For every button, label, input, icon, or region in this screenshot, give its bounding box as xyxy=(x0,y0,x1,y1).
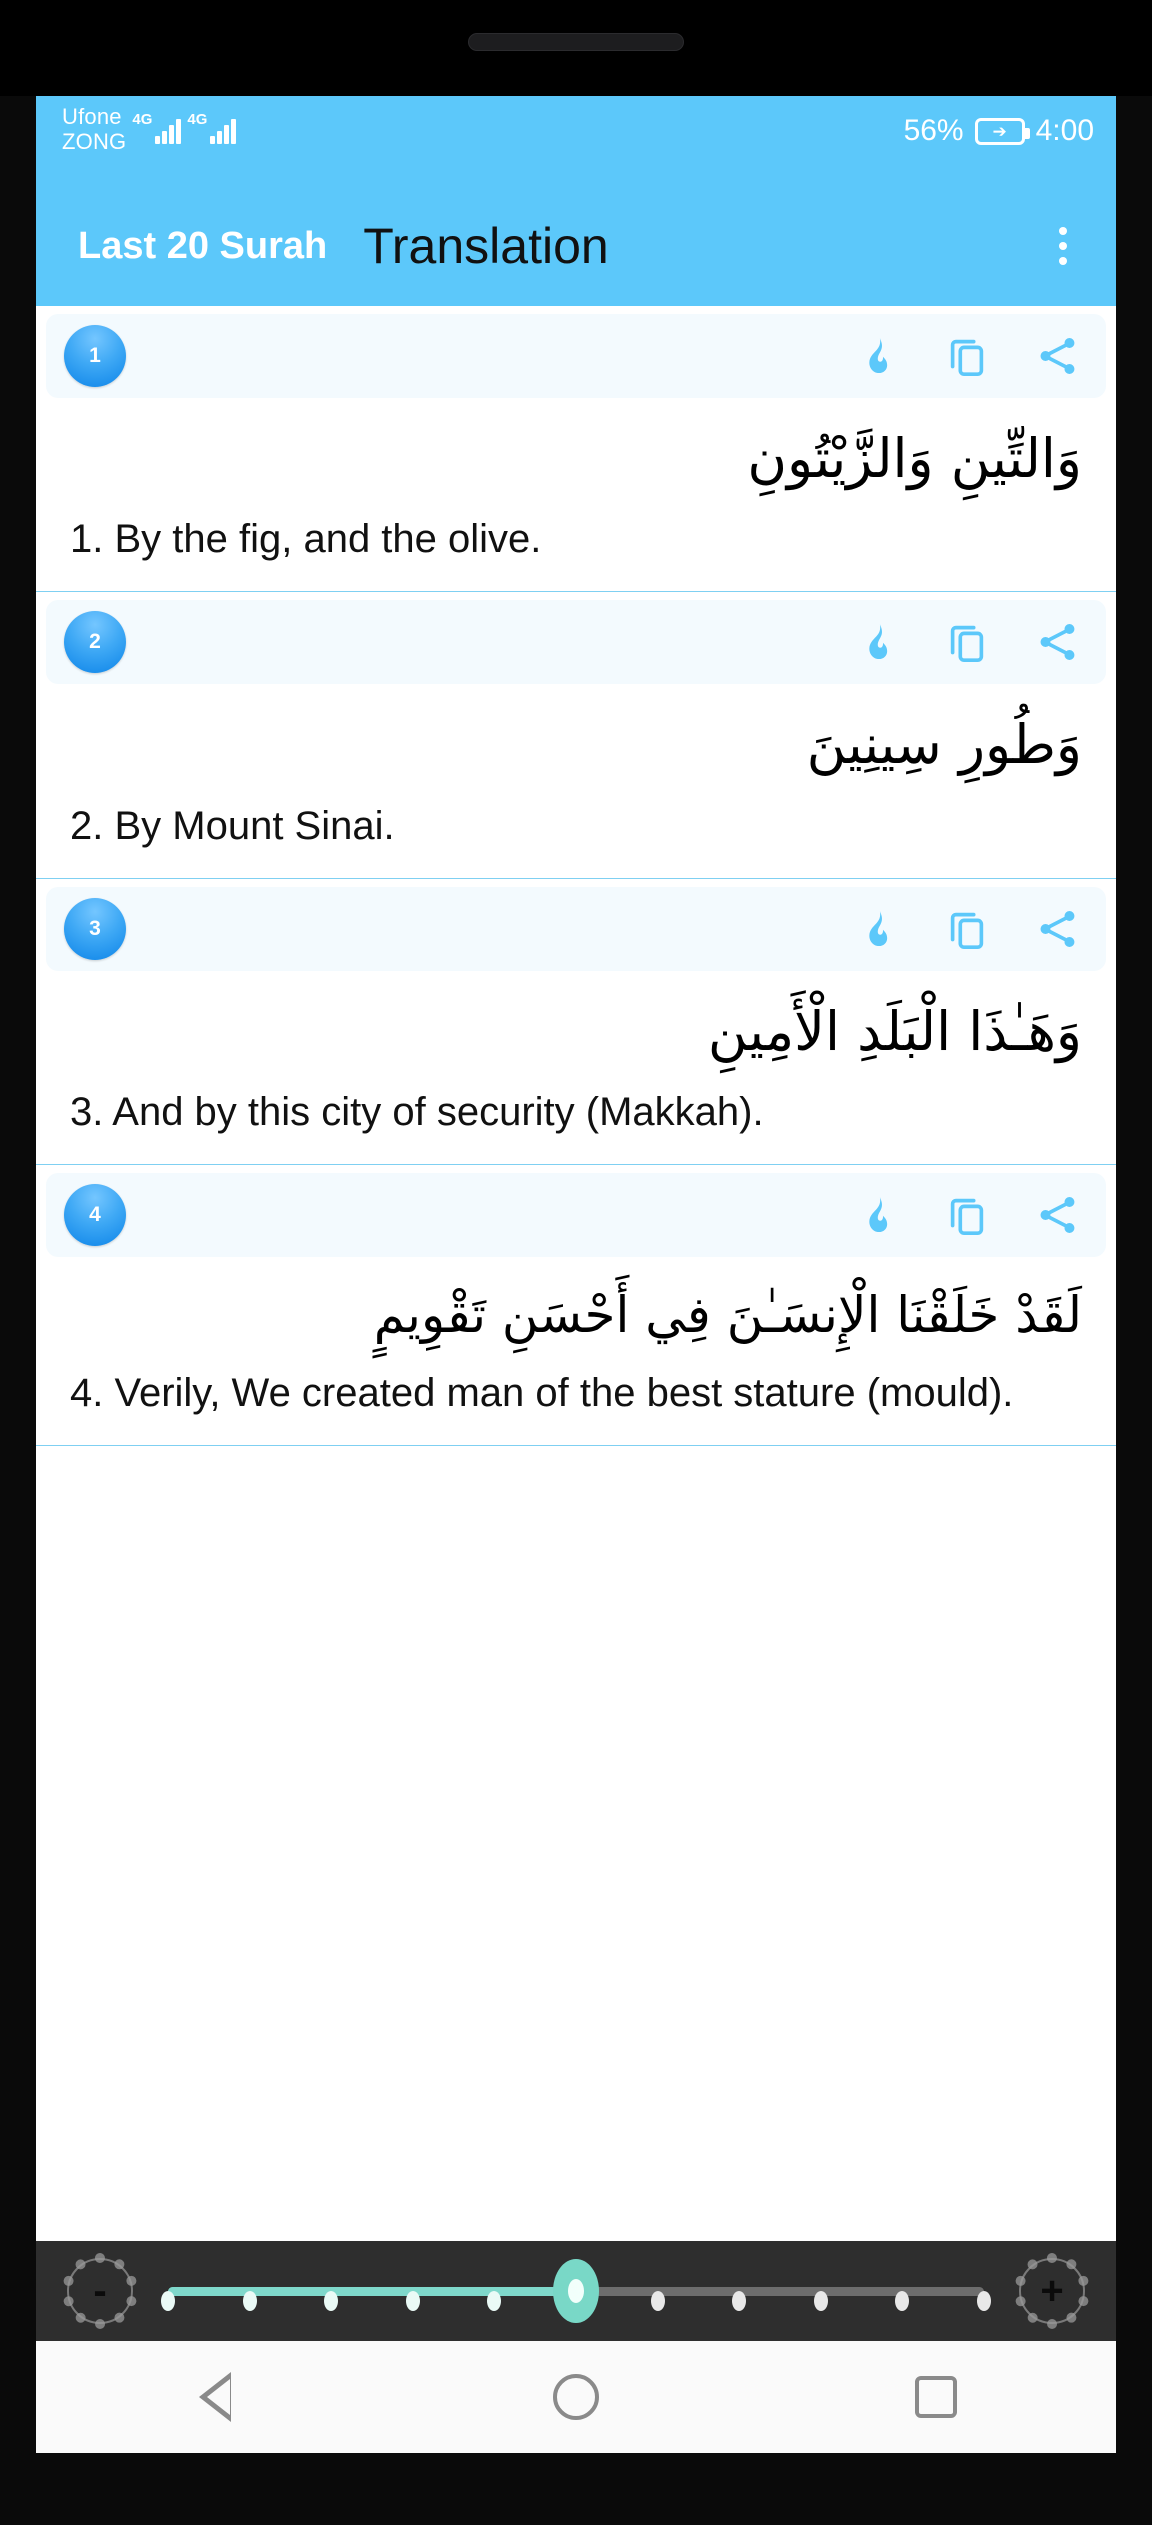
verse-arabic-text: وَهَـٰذَا الْبَلَدِ الْأَمِينِ xyxy=(707,999,1082,1063)
recents-square-icon xyxy=(915,2376,957,2418)
seekbar-tick[interactable] xyxy=(732,2291,747,2311)
play-flame-icon[interactable] xyxy=(854,906,900,952)
carrier-names: Ufone ZONG xyxy=(62,106,126,153)
nav-home-button[interactable] xyxy=(516,2357,636,2437)
decrease-font-label: - xyxy=(93,2269,107,2313)
device-bezel-top xyxy=(0,0,1152,96)
verse-list: 1 وَالتِّينِ وَالزَّيْتُونِ 1. By the fi… xyxy=(36,314,1116,1447)
network-type-label-2: 4G xyxy=(187,111,208,128)
seekbar-tick[interactable] xyxy=(242,2291,257,2311)
phone-device: Ufone ZONG 4G 4G 56% ➔ 4:00 Last 20 Sura… xyxy=(0,0,1152,2525)
verse-number-badge: 4 xyxy=(64,1184,126,1247)
verse-header: 3 xyxy=(46,886,1106,971)
verse-translation-text: 4. Verily, We created man of the best st… xyxy=(70,1370,1014,1415)
verse-item: 4 لَقَدْ خَلَقْنَا الْإِنسَـٰنَ فِي أَحْ… xyxy=(36,1173,1116,1447)
share-icon[interactable] xyxy=(1034,1192,1080,1238)
play-flame-icon[interactable] xyxy=(854,619,900,665)
battery-percent-label: 56% xyxy=(903,114,964,147)
verse-arabic-text: وَطُورِ سِينِينَ xyxy=(806,713,1082,777)
seekbar-tick[interactable] xyxy=(161,2291,175,2311)
home-circle-icon xyxy=(553,2374,599,2420)
sim1-signal: 4G xyxy=(132,111,182,144)
seekbar-tick[interactable] xyxy=(324,2291,339,2311)
seekbar-tick[interactable] xyxy=(977,2291,991,2311)
nav-back-button[interactable] xyxy=(156,2357,276,2437)
verse-number-badge: 1 xyxy=(64,325,126,387)
share-icon[interactable] xyxy=(1034,333,1080,379)
status-bar: Ufone ZONG 4G 4G 56% ➔ 4:00 xyxy=(36,96,1116,186)
back-triangle-icon xyxy=(199,2372,232,2422)
verse-translation-text: 3. And by this city of security (Makkah)… xyxy=(70,1090,764,1135)
seekbar-tick[interactable] xyxy=(650,2291,665,2311)
play-flame-icon[interactable] xyxy=(854,333,900,379)
verse-item: 1 وَالتِّينِ وَالزَّيْتُونِ 1. By the fi… xyxy=(36,314,1116,593)
app-bar: Last 20 Surah Translation xyxy=(36,186,1116,306)
increase-font-label: + xyxy=(1040,2269,1064,2313)
seekbar-tick[interactable] xyxy=(405,2291,420,2311)
page-title: Translation xyxy=(363,218,609,274)
decrease-font-button[interactable]: - xyxy=(62,2253,138,2329)
seekbar-tick[interactable] xyxy=(813,2291,828,2311)
sim2-signal: 4G xyxy=(187,111,237,144)
verse-number-badge: 3 xyxy=(64,897,126,960)
copy-icon[interactable] xyxy=(944,1192,990,1238)
verse-arabic-text: وَالتِّينِ وَالزَّيْتُونِ xyxy=(747,427,1082,490)
nav-recents-button[interactable] xyxy=(876,2357,996,2437)
copy-icon[interactable] xyxy=(944,333,990,379)
copy-icon[interactable] xyxy=(944,906,990,952)
increase-font-button[interactable]: + xyxy=(1014,2253,1090,2329)
verse-translation-text: 2. By Mount Sinai. xyxy=(70,803,395,848)
carrier-label-2: ZONG xyxy=(62,129,127,154)
verse-actions xyxy=(854,906,1080,952)
verse-header: 2 xyxy=(46,600,1106,685)
signal-bars-icon-2 xyxy=(210,118,237,144)
seekbar-track-wrap[interactable] xyxy=(161,2253,991,2329)
verse-actions xyxy=(854,333,1080,379)
verse-item: 3 وَهَـٰذَا الْبَلَدِ الْأَمِينِ 3. And … xyxy=(36,886,1116,1166)
seekbar-fill xyxy=(168,2286,576,2296)
clock-label: 4:00 xyxy=(1035,114,1094,147)
verse-header: 1 xyxy=(46,314,1106,398)
verse-header: 4 xyxy=(46,1173,1106,1258)
seekbar-tick[interactable] xyxy=(487,2291,502,2311)
font-size-seekbar[interactable]: - + xyxy=(36,2241,1116,2341)
status-bar-left: Ufone ZONG 4G 4G xyxy=(62,106,237,153)
verse-item: 2 وَطُورِ سِينِينَ 2. By Mount Sinai. xyxy=(36,600,1116,879)
verse-number-badge: 2 xyxy=(64,611,126,674)
earpiece-speaker xyxy=(468,33,684,51)
phone-screen: Ufone ZONG 4G 4G 56% ➔ 4:00 Last 20 Sura… xyxy=(36,96,1116,2453)
copy-icon[interactable] xyxy=(944,619,990,665)
android-nav-bar xyxy=(36,2341,1116,2453)
app-bar-subtitle: Last 20 Surah xyxy=(78,224,328,267)
status-bar-right: 56% ➔ 4:00 xyxy=(904,114,1094,148)
carrier-label-1: Ufone xyxy=(62,104,122,129)
verse-actions xyxy=(854,619,1080,665)
play-flame-icon[interactable] xyxy=(854,1192,900,1238)
verse-arabic-text: لَقَدْ خَلَقْنَا الْإِنسَـٰنَ فِي أَحْسَ… xyxy=(373,1286,1082,1345)
battery-charging-icon: ➔ xyxy=(974,117,1030,145)
verse-actions xyxy=(854,1192,1080,1238)
network-type-label-1: 4G xyxy=(132,111,153,128)
seekbar-tick[interactable] xyxy=(895,2291,910,2311)
share-icon[interactable] xyxy=(1034,906,1080,952)
share-icon[interactable] xyxy=(1034,619,1080,665)
signal-bars-icon-1 xyxy=(155,118,182,144)
verse-translation-text: 1. By the fig, and the olive. xyxy=(70,517,542,562)
seekbar-thumb[interactable] xyxy=(553,2259,599,2323)
overflow-menu-icon[interactable] xyxy=(1036,209,1090,283)
